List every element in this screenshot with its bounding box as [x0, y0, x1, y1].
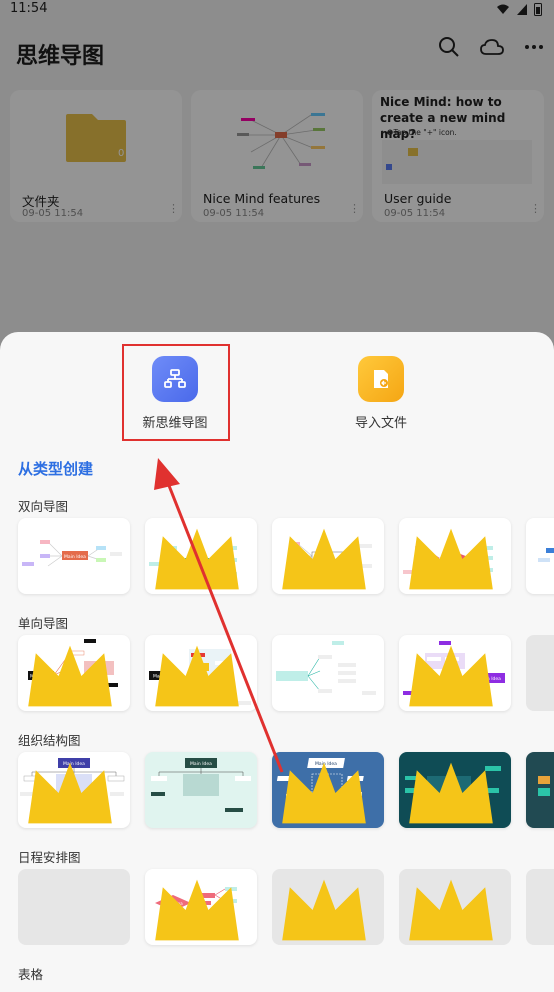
premium-crown-icon — [18, 638, 126, 711]
premium-crown-icon — [272, 872, 380, 945]
premium-crown-icon — [272, 755, 380, 828]
template-card[interactable] — [18, 869, 130, 945]
template-card[interactable]: Main Idea — [18, 635, 130, 711]
template-card[interactable]: Main Idea — [145, 752, 257, 828]
template-card[interactable]: Main Idea — [272, 752, 384, 828]
template-card[interactable] — [399, 869, 511, 945]
premium-crown-icon — [272, 521, 380, 594]
import-icon — [358, 356, 404, 402]
template-main-idea: Main Idea — [64, 554, 86, 560]
template-card[interactable]: Main Idea — [399, 752, 511, 828]
premium-crown-icon — [548, 755, 554, 828]
template-card[interactable]: Main Idea — [145, 869, 257, 945]
template-main-idea: Main Idea — [190, 761, 212, 767]
template-card[interactable]: Main Idea — [18, 752, 130, 828]
import-file-label: 导入文件 — [354, 416, 407, 431]
category-label: 双向导图 — [18, 499, 69, 514]
template-card[interactable] — [399, 518, 511, 594]
premium-crown-icon — [145, 521, 253, 594]
template-card[interactable] — [526, 518, 554, 594]
template-card[interactable] — [272, 635, 384, 711]
premium-crown-icon — [399, 872, 507, 945]
annotation-highlight-box — [122, 344, 230, 441]
category-label: 日程安排图 — [18, 850, 81, 865]
category-label: 组织结构图 — [18, 733, 81, 748]
premium-crown-icon — [399, 755, 507, 828]
template-card[interactable]: Main Idea — [18, 518, 130, 594]
template-card[interactable]: Main Idea — [145, 635, 257, 711]
template-card[interactable] — [526, 752, 554, 828]
template-card[interactable] — [272, 869, 384, 945]
template-card[interactable] — [145, 518, 257, 594]
import-file-button[interactable]: 导入文件 — [326, 356, 436, 431]
category-label: 表格 — [18, 967, 44, 982]
category-label: 单向导图 — [18, 616, 69, 631]
create-bottom-sheet: 新思维导图 导入文件 从类型创建 双向导图 Main Idea 单向导图 Mai… — [0, 332, 554, 992]
premium-crown-icon — [18, 755, 126, 828]
premium-crown-icon — [145, 638, 253, 711]
premium-crown-icon — [145, 872, 253, 945]
template-card[interactable]: Main Idea — [399, 635, 511, 711]
premium-crown-icon — [399, 638, 507, 711]
template-row-orgchart: Main Idea Main Idea Main Idea — [18, 752, 554, 828]
template-row-unidirectional: Main Idea Main Idea — [18, 635, 554, 711]
premium-crown-icon — [399, 521, 507, 594]
template-card[interactable] — [526, 869, 554, 945]
template-row-bidirectional: Main Idea — [18, 518, 554, 594]
template-row-schedule: Main Idea — [18, 869, 554, 945]
template-card[interactable] — [272, 518, 384, 594]
template-card[interactable] — [526, 635, 554, 711]
section-title: 从类型创建 — [18, 460, 94, 478]
